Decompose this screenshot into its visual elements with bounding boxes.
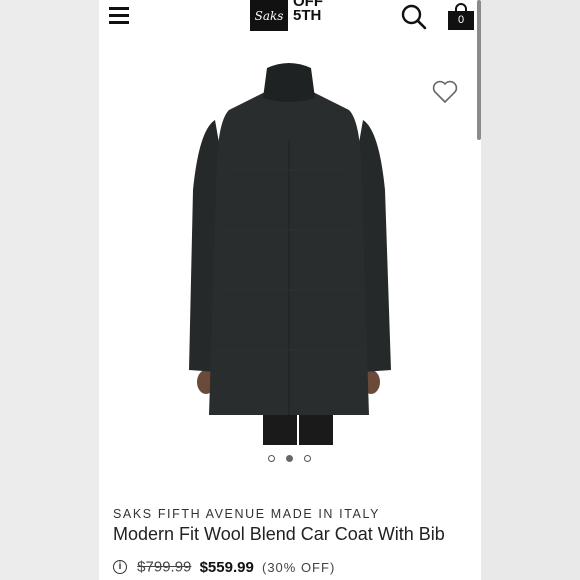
carousel-dots (268, 454, 318, 464)
product-title: Modern Fit Wool Blend Car Coat With Bib (113, 524, 445, 544)
product-image[interactable] (159, 50, 419, 445)
discount-badge: (30% OFF) (261, 559, 336, 575)
bag-count: 0 (457, 14, 465, 26)
carousel-dot[interactable] (268, 455, 275, 462)
logo-line-2: 5TH (293, 7, 322, 24)
heart-icon[interactable] (431, 79, 459, 105)
left-background (0, 0, 99, 580)
search-icon[interactable] (401, 4, 427, 30)
menu-icon[interactable] (109, 7, 129, 25)
product-brand[interactable]: SAKS FIFTH AVENUE MADE IN ITALY (113, 507, 380, 521)
product-page: Saks OFF 5TH 0 SAKS FIFTH AVENUE MADE IN… (99, 0, 481, 580)
sale-price: $559.99 (199, 558, 254, 576)
logo-script: Saks (250, 0, 288, 31)
scrollbar[interactable] (477, 0, 481, 140)
right-background (481, 0, 580, 580)
carousel-dot[interactable] (304, 455, 311, 462)
price-row: i $799.99 $559.99 (30% OFF) (113, 558, 335, 578)
carousel-dot-active[interactable] (286, 455, 293, 462)
original-price: $799.99 (137, 558, 192, 576)
shopping-bag-icon[interactable]: 0 (447, 3, 475, 31)
info-icon[interactable]: i (113, 560, 127, 575)
saks-off-5th-logo[interactable]: Saks OFF 5TH (250, 0, 335, 32)
logo-text: OFF 5TH (293, 0, 338, 23)
